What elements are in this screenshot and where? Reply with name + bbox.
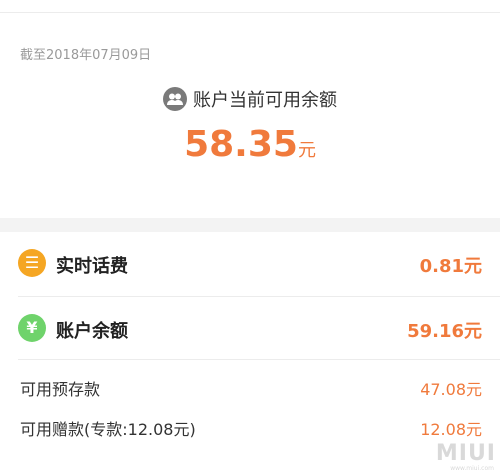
prepaid-value: 47.08元 — [420, 380, 482, 399]
yen-icon: ¥ — [18, 314, 46, 342]
top-divider — [0, 12, 500, 13]
account-balance-page: 截至2018年07月09日 账户当前可用余额 58.35元 ☰ 实时话费 0.8… — [0, 0, 500, 472]
balance-label: 账户当前可用余额 — [193, 90, 337, 111]
balance-title: 账户当前可用余额 — [0, 86, 500, 112]
section-separator — [0, 218, 500, 232]
account-balance-row[interactable]: ¥ 账户余额 59.16元 — [0, 297, 500, 359]
gift-row: 可用赠款(专款:12.08元) 12.08元 — [0, 406, 500, 450]
gift-label: 可用赠款(专款:12.08元) — [20, 420, 196, 439]
balance-value: 58.35 — [184, 124, 298, 165]
balance-amount: 58.35元 — [0, 124, 500, 165]
prepaid-label: 可用预存款 — [20, 380, 101, 399]
gift-value: 12.08元 — [420, 420, 482, 439]
balance-unit: 元 — [297, 140, 316, 161]
user-group-icon — [163, 87, 187, 111]
realtime-fee-label: 实时话费 — [56, 256, 128, 277]
list-icon: ☰ — [18, 249, 46, 277]
realtime-fee-value: 0.81元 — [419, 256, 482, 277]
account-balance-label: 账户余额 — [56, 321, 128, 342]
miui-watermark: MIUI — [435, 441, 496, 466]
miui-watermark-url: www.miui.com — [450, 465, 494, 472]
realtime-fee-row[interactable]: ☰ 实时话费 0.81元 — [0, 232, 500, 296]
account-balance-value: 59.16元 — [407, 321, 482, 342]
prepaid-row: 可用预存款 47.08元 — [0, 360, 500, 410]
as-of-date: 截至2018年07月09日 — [20, 48, 152, 63]
